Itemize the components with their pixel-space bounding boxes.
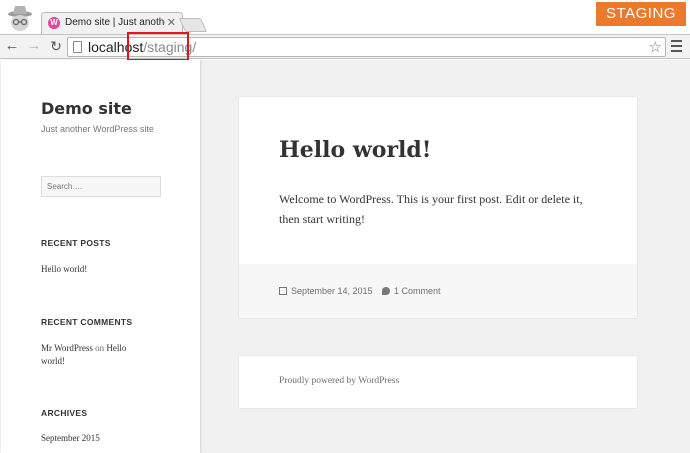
archives-heading: ARCHIVES (41, 408, 88, 418)
sidebar: Demo site Just another WordPress site Se… (1, 60, 200, 453)
archive-link[interactable]: September 2015 (41, 432, 100, 445)
site-description: Just another WordPress site (41, 124, 154, 134)
recent-comments-heading: RECENT COMMENTS (41, 317, 133, 327)
site-title[interactable]: Demo site (41, 99, 132, 118)
back-arrow-icon[interactable]: ← (4, 37, 20, 55)
comment-on-text: on (95, 343, 105, 353)
reload-icon[interactable]: ↻ (48, 37, 64, 55)
site-footer: Proudly powered by WordPress (239, 356, 637, 408)
page-icon (73, 41, 82, 53)
comment-author-link[interactable]: Mr WordPress (41, 343, 93, 353)
search-input[interactable]: Search … (41, 176, 161, 197)
post-title[interactable]: Hello world! (279, 137, 431, 163)
post-meta: September 14, 2015 1 Comment (239, 264, 637, 318)
post-content: Welcome to WordPress. This is your first… (279, 192, 583, 226)
post-date[interactable]: September 14, 2015 (279, 286, 373, 296)
menu-icon[interactable] (671, 40, 682, 55)
forward-arrow-icon[interactable]: → (26, 37, 42, 55)
recent-comment: Mr WordPress on Hello world! (41, 342, 151, 368)
powered-by-link[interactable]: Proudly powered by WordPress (279, 376, 399, 386)
tab-strip: W Demo site | Just another W ✕ STAGING (0, 0, 690, 34)
wordpress-page: Demo site Just another WordPress site Se… (0, 60, 690, 453)
browser-toolbar: ← → ↻ localhost/staging/ ☆ (0, 34, 690, 59)
post-article: Hello world! Welcome to WordPress. This … (239, 97, 637, 318)
post-comments-link[interactable]: 1 Comment (382, 286, 441, 296)
wordpress-icon: W (48, 17, 60, 29)
staging-badge: STAGING (596, 2, 686, 26)
recent-posts-heading: RECENT POSTS (41, 238, 111, 248)
incognito-icon (8, 6, 32, 31)
close-tab-icon[interactable]: ✕ (167, 16, 176, 29)
post-comments-text: 1 Comment (394, 286, 441, 296)
new-tab-button[interactable] (178, 18, 208, 32)
bookmark-star-icon[interactable]: ☆ (649, 39, 662, 56)
calendar-icon (279, 287, 287, 295)
comment-bubble-icon (382, 287, 390, 295)
tab-title: Demo site | Just another W (65, 17, 165, 28)
post-date-text: September 14, 2015 (291, 286, 373, 296)
browser-tab[interactable]: W Demo site | Just another W ✕ (41, 12, 183, 34)
recent-post-link[interactable]: Hello world! (41, 263, 87, 276)
url-path-highlight (127, 32, 189, 61)
